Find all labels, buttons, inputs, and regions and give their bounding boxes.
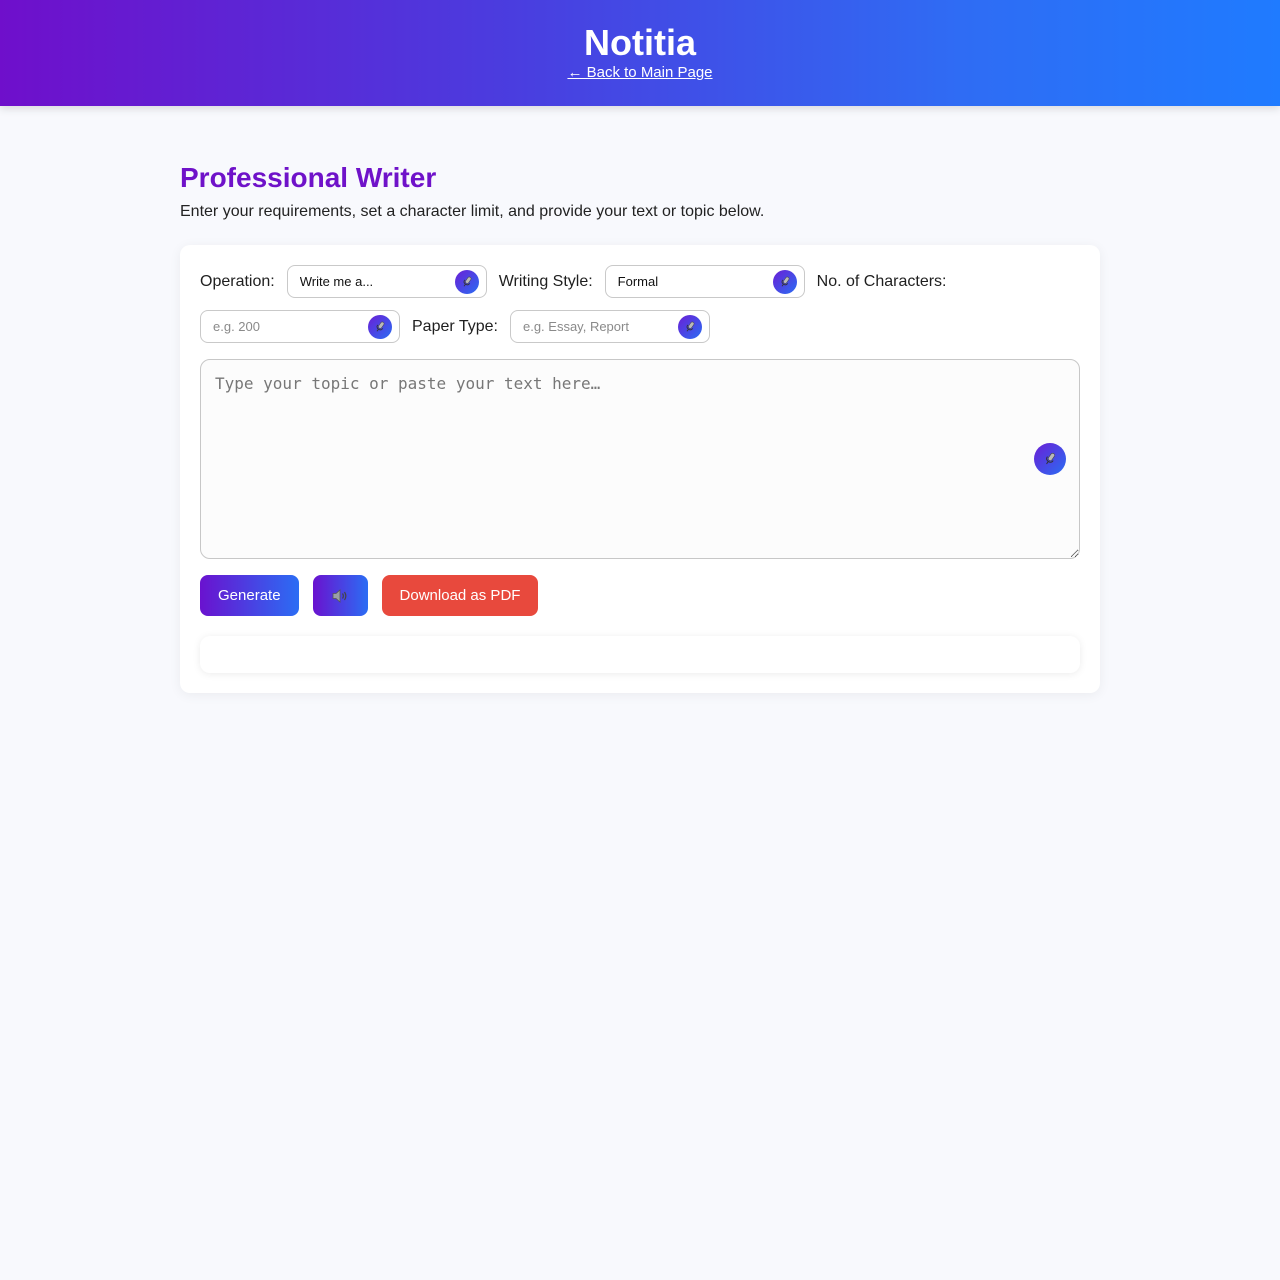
paper-type-field [509, 310, 710, 343]
num-characters-field [200, 310, 400, 343]
topic-textarea[interactable] [200, 359, 1080, 559]
page-description: Enter your requirements, set a character… [180, 203, 765, 220]
options-row: Operation: Writing Style: [200, 265, 1080, 343]
app-title: Notitia [584, 22, 696, 63]
output-panel [200, 636, 1080, 673]
app-header: Notitia ← Back to Main Page [0, 0, 1280, 106]
operation-mic-button[interactable] [454, 269, 479, 294]
microphone-icon [463, 276, 471, 287]
writing-style-field [604, 265, 805, 298]
download-pdf-button[interactable]: Download as PDF [381, 575, 539, 616]
generate-button[interactable]: Generate [200, 575, 299, 616]
writing-style-label: Writing Style: [498, 272, 593, 290]
operation-field [286, 265, 487, 298]
operation-label: Operation: [200, 272, 275, 290]
topic-area [200, 359, 1080, 559]
speaker-icon [332, 588, 347, 603]
num-characters-label: No. of Characters: [816, 272, 947, 290]
microphone-icon [376, 321, 385, 332]
action-bar: Generate Download as PDF [200, 575, 1080, 616]
speak-button[interactable] [312, 575, 368, 616]
writer-card: Operation: Writing Style: [180, 245, 1100, 693]
page-title: Professional Writer [180, 162, 437, 193]
microphone-icon [686, 321, 695, 332]
microphone-icon [781, 276, 789, 287]
main-content: Professional Writer Enter your requireme… [180, 162, 1100, 693]
back-to-main-link[interactable]: ← Back to Main Page [567, 65, 712, 81]
topic-mic-button[interactable] [1034, 443, 1066, 475]
microphone-icon [1046, 453, 1055, 465]
num-characters-mic-button[interactable] [368, 314, 392, 339]
writing-style-mic-button[interactable] [772, 269, 797, 294]
paper-type-label: Paper Type: [412, 317, 498, 335]
paper-type-mic-button[interactable] [677, 314, 702, 339]
